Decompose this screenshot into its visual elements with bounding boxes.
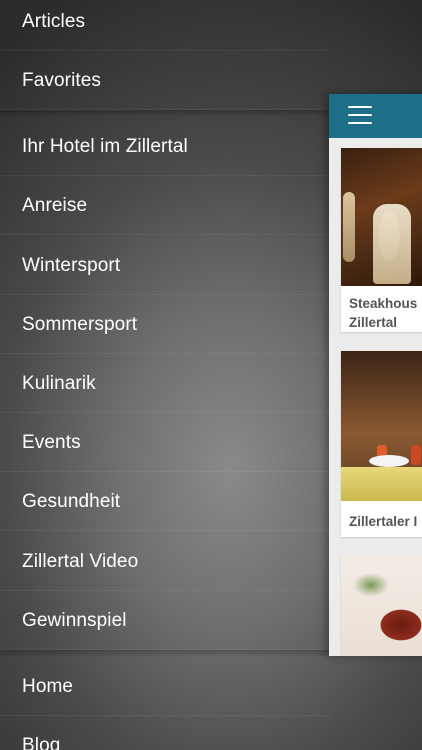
article-thumbnail — [341, 148, 422, 286]
drawer-item-label: Events — [22, 431, 81, 453]
main-content-panel[interactable]: Steakhous Zillertal Zillertaler I — [329, 94, 422, 656]
drawer-item-label: Gewinnspiel — [22, 609, 127, 631]
article-card[interactable]: Steakhous Zillertal — [341, 148, 422, 332]
drawer-item-kulinarik[interactable]: Kulinarik — [0, 354, 330, 413]
drawer-item-label: Anreise — [22, 194, 88, 216]
top-navbar — [329, 94, 422, 138]
article-thumbnail — [341, 351, 422, 501]
drawer-item-label: Home — [22, 675, 74, 697]
drawer-item-gewinnspiel[interactable]: Gewinnspiel — [0, 591, 330, 650]
article-title: Steakhous Zillertal — [349, 296, 418, 330]
drawer-item-label: Zillertal Video — [22, 550, 139, 572]
drawer-item-ihr-hotel[interactable]: Ihr Hotel im Zillertal — [0, 117, 330, 176]
article-card[interactable]: Zillertaler I — [341, 351, 422, 537]
drawer-item-label: Blog — [22, 734, 61, 750]
drawer-item-home[interactable]: Home — [0, 657, 330, 716]
drawer-item-gesundheit[interactable]: Gesundheit — [0, 472, 330, 531]
article-card[interactable] — [341, 555, 422, 656]
drawer-item-zillertal-video[interactable]: Zillertal Video — [0, 532, 330, 591]
drawer-item-articles[interactable]: Articles — [0, 0, 330, 51]
drawer-item-events[interactable]: Events — [0, 413, 330, 472]
drawer-item-label: Sommersport — [22, 313, 138, 335]
article-title: Zillertaler I — [349, 514, 418, 529]
drawer-item-label: Ihr Hotel im Zillertal — [22, 135, 188, 157]
drawer-item-label: Articles — [22, 10, 86, 32]
drawer-item-favorites[interactable]: Favorites — [0, 51, 330, 110]
drawer-item-blog[interactable]: Blog — [0, 716, 330, 750]
drawer-item-wintersport[interactable]: Wintersport — [0, 236, 330, 295]
drawer-item-label: Kulinarik — [22, 372, 96, 394]
drawer-item-sommersport[interactable]: Sommersport — [0, 295, 330, 354]
drawer-item-label: Gesundheit — [22, 490, 121, 512]
hamburger-menu-icon[interactable] — [348, 106, 372, 126]
drawer-item-label: Wintersport — [22, 254, 121, 276]
drawer-item-label: Favorites — [22, 69, 102, 91]
drawer-item-anreise[interactable]: Anreise — [0, 176, 330, 235]
article-thumbnail — [341, 555, 422, 656]
